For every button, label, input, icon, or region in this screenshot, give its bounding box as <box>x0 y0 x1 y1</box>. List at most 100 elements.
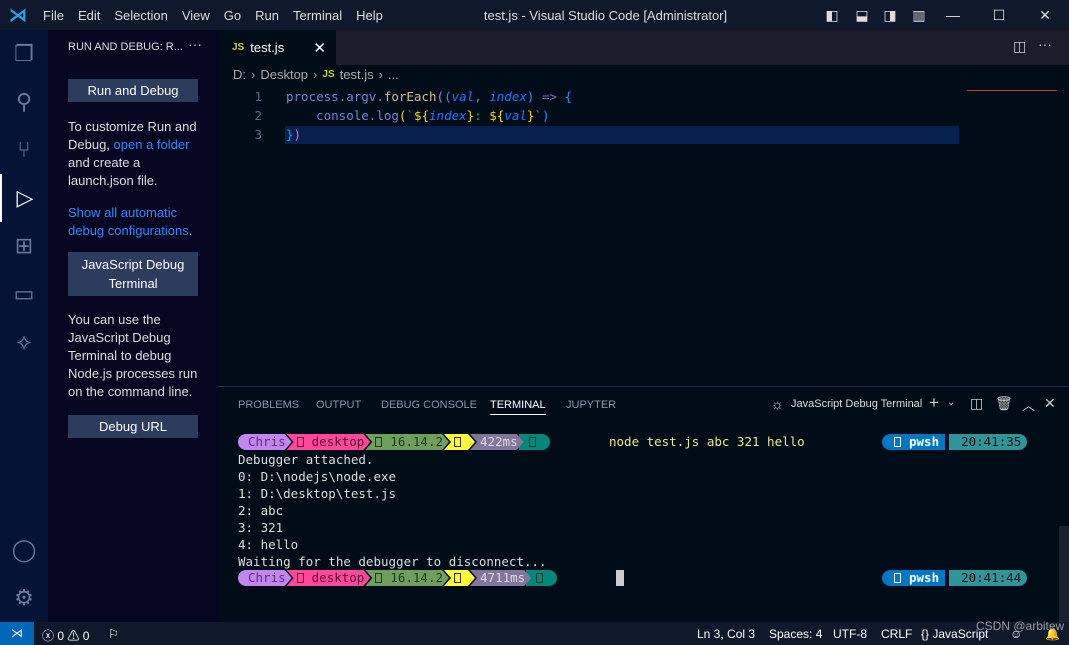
customize-layout-icon[interactable]: ▥ <box>907 0 931 30</box>
tab-test-js[interactable]: JS test.js ✕ <box>218 30 336 65</box>
menu-help[interactable]: Help <box>349 8 390 23</box>
terminal-command: node test.js abc 321 hello <box>609 433 805 450</box>
prompt-segment: Chris <box>238 570 292 586</box>
prompt-segment-text: Chris <box>248 434 286 449</box>
node-icon <box>375 573 382 583</box>
close-tab-icon[interactable]: ✕ <box>313 39 326 57</box>
menu-run[interactable]: Run <box>248 8 286 23</box>
command-text: node test.js abc 321 hello <box>609 434 805 449</box>
minimize-button[interactable]: — <box>930 0 976 30</box>
source-control-icon[interactable]: ⑂ <box>0 126 48 174</box>
extensions-icon[interactable]: ⊞ <box>0 222 48 270</box>
chevron-right-icon: › <box>378 67 383 82</box>
activity-bar: ❐ ⚲ ⑂ ▷ ⊞ ▭ ⟡ ◯ ⚙ <box>0 30 48 622</box>
tab-debug-console[interactable]: DEBUG CONSOLE <box>381 399 477 411</box>
menu-selection[interactable]: Selection <box>107 8 174 23</box>
toggle-sidebar-icon[interactable]: ◧ <box>820 0 844 30</box>
status-bar: ⋊ ⓧ 0 ⚠ 0 ⚐ Ln 3, Col 3 Spaces: 4 UTF-8 … <box>0 619 1069 645</box>
code-editor[interactable]: 1 2 3 process.argv.forEach((val, index) … <box>218 87 1069 385</box>
breadcrumb-folder[interactable]: Desktop <box>260 67 308 82</box>
code-token: index <box>429 108 467 123</box>
more-actions-icon[interactable]: ··· <box>188 36 202 52</box>
toggle-secondary-sidebar-icon[interactable]: ◨ <box>878 0 902 30</box>
run-and-debug-button[interactable]: Run and Debug <box>68 79 198 102</box>
tab-output[interactable]: OUTPUT <box>316 399 361 411</box>
error-count: 0 <box>57 629 65 643</box>
prompt-segment: Chris <box>238 434 292 450</box>
prompt-segment-text: desktop <box>311 570 365 585</box>
shell-icon <box>894 437 901 447</box>
shell-icon <box>894 573 901 583</box>
terminal-output-line: 2: abc <box>238 503 284 518</box>
js-debug-terminal-button[interactable]: JavaScript Debug Terminal <box>68 252 198 296</box>
code-token: ` <box>534 108 542 123</box>
code-line[interactable]: console.log(`${index}: ${val}`) <box>286 106 549 125</box>
maximize-panel-icon[interactable]: ︿ <box>1022 395 1035 414</box>
timeline-icon[interactable]: ⟡ <box>0 318 48 366</box>
toggle-panel-icon[interactable]: ⬓ <box>850 0 874 30</box>
right-prompt-2: pwsh 20:41:44 <box>882 570 1028 586</box>
js-file-icon: JS <box>232 42 245 53</box>
prompt-line-1: Chris desktop 16.14.2 422ms <box>238 434 550 450</box>
tab-label: test.js <box>250 40 285 55</box>
prompt-segment: 16.14.2 <box>365 570 449 586</box>
close-panel-icon[interactable]: ✕ <box>1044 395 1056 412</box>
settings-gear-icon[interactable]: ⚙ <box>0 574 48 622</box>
code-line[interactable]: }) <box>286 125 301 144</box>
problems-indicator[interactable]: ⓧ 0 ⚠ 0 <box>42 627 89 644</box>
encoding[interactable]: UTF-8 <box>833 627 867 641</box>
right-prompt-1: pwsh 20:41:35 <box>882 434 1028 450</box>
time-segment: 20:41:35 <box>949 434 1028 450</box>
maximize-button[interactable]: ☐ <box>976 0 1022 30</box>
explorer-icon[interactable]: ❐ <box>0 30 48 78</box>
code-token: : <box>474 108 490 123</box>
menu-edit[interactable]: Edit <box>71 8 107 23</box>
cursor-position[interactable]: Ln 3, Col 3 <box>697 627 755 641</box>
editor-more-icon[interactable]: ··· <box>1038 36 1052 52</box>
tab-problems[interactable]: PROBLEMS <box>238 399 299 411</box>
code-token: } <box>286 127 294 142</box>
menu-file[interactable]: File <box>36 8 71 23</box>
terminal-scrollbar[interactable] <box>1059 526 1069 622</box>
close-window-button[interactable]: ✕ <box>1022 0 1068 30</box>
end-of-line[interactable]: CRLF <box>881 627 912 641</box>
code-token: console <box>286 108 369 123</box>
menu-go[interactable]: Go <box>217 8 248 23</box>
customize-text: To customize Run and Debug, open a folde… <box>68 118 203 190</box>
remote-indicator-icon[interactable]: ⋊ <box>0 622 34 645</box>
folder-icon <box>297 437 304 447</box>
tab-jupyter[interactable]: JUPYTER <box>566 399 616 411</box>
debug-launch-icon[interactable]: ⚐ <box>108 627 119 641</box>
prompt-segment: desktop <box>287 570 371 586</box>
debug-url-button[interactable]: Debug URL <box>68 415 198 438</box>
terminal-output-line: Debugger attached. <box>238 452 374 467</box>
show-all-configurations-link[interactable]: Show all automatic debug configurations <box>68 205 189 238</box>
search-icon[interactable]: ⚲ <box>0 78 48 126</box>
indentation[interactable]: Spaces: 4 <box>769 627 822 641</box>
code-line[interactable]: process.argv.forEach((val, index) => { <box>286 87 572 106</box>
split-terminal-icon[interactable]: ◫ <box>970 395 983 412</box>
terminal-name[interactable]: JavaScript Debug Terminal <box>791 398 922 410</box>
sidebar-header: RUN AND DEBUG: R... <box>68 41 183 53</box>
new-terminal-icon[interactable]: + <box>929 393 939 413</box>
chevron-right-icon: › <box>251 67 256 82</box>
trash-icon[interactable]: 🗑 <box>995 395 1013 412</box>
code-token: . <box>376 89 384 104</box>
account-icon[interactable]: ◯ <box>0 526 48 574</box>
menu-view[interactable]: View <box>175 8 217 23</box>
split-editor-icon[interactable]: ◫ <box>1013 38 1026 55</box>
breadcrumb-file[interactable]: test.js <box>340 67 374 82</box>
vscode-logo-icon: ⋊ <box>9 4 27 25</box>
time-segment: 20:41:44 <box>949 570 1028 586</box>
menu-terminal[interactable]: Terminal <box>286 8 349 23</box>
tab-terminal[interactable]: TERMINAL <box>490 399 546 415</box>
braces-icon: {} <box>921 627 930 641</box>
remote-explorer-icon[interactable]: ▭ <box>0 270 48 318</box>
breadcrumb-drive[interactable]: D: <box>233 67 246 82</box>
chevron-down-icon[interactable]: ⌄ <box>947 397 955 408</box>
breadcrumb-symbol[interactable]: ... <box>388 67 399 82</box>
open-folder-link[interactable]: open a folder <box>114 137 190 152</box>
code-token: ( <box>436 89 445 104</box>
prompt-segment-text: 422ms <box>480 434 518 449</box>
run-debug-icon[interactable]: ▷ <box>0 174 48 222</box>
